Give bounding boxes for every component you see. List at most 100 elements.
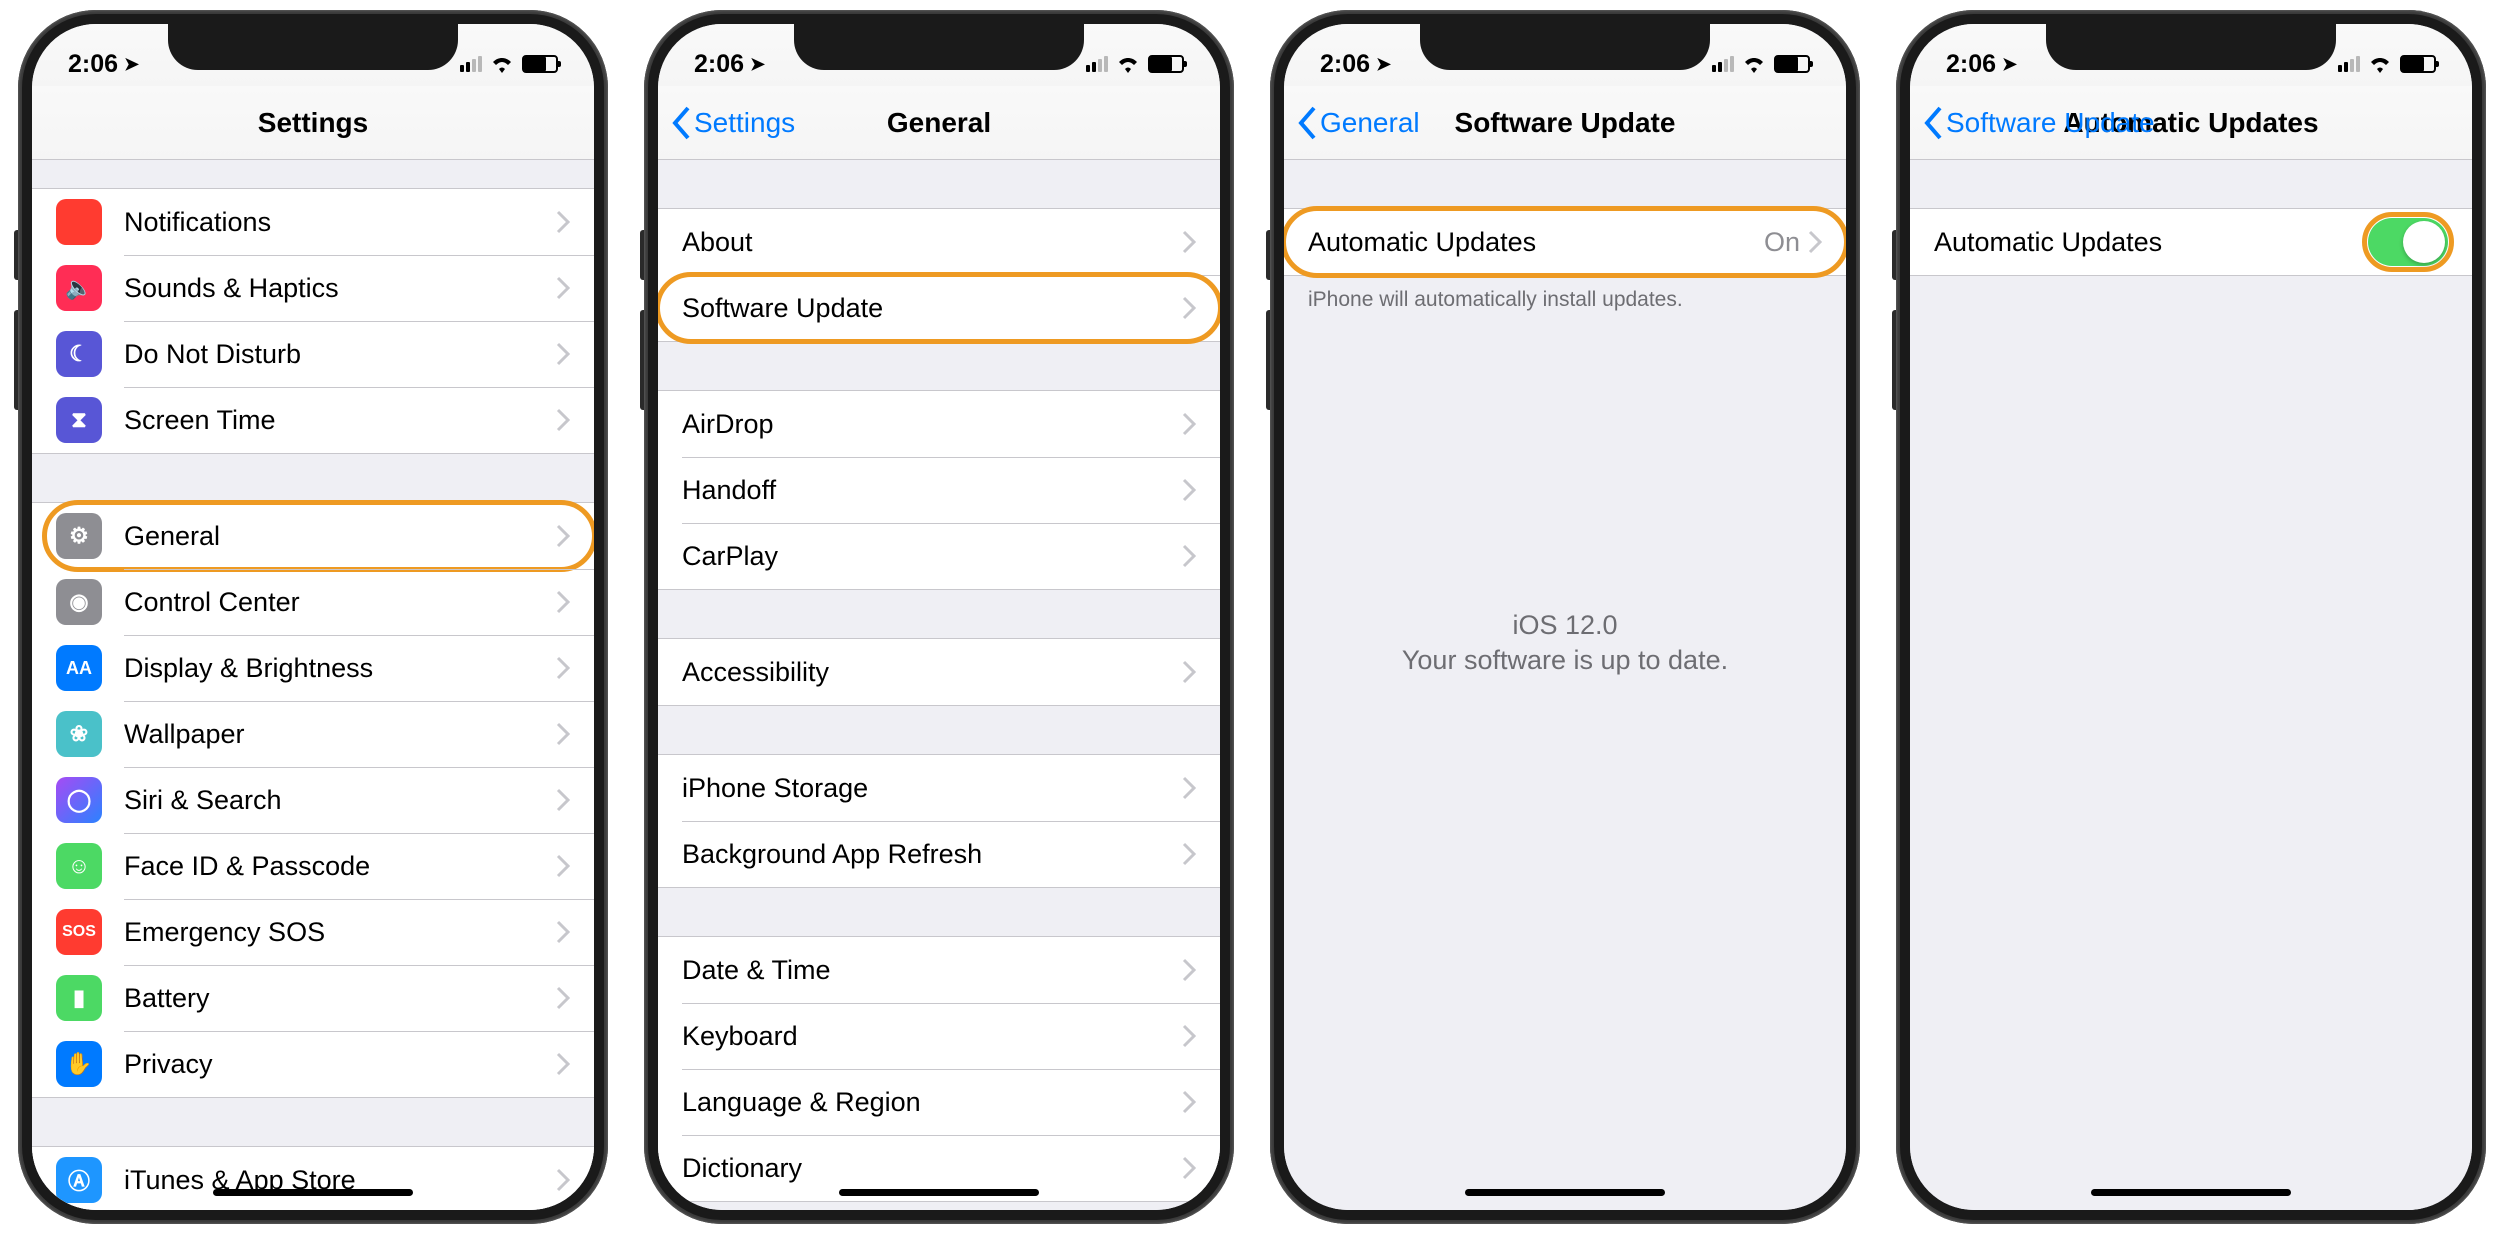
back-button[interactable]: Settings: [670, 105, 795, 141]
home-indicator[interactable]: [2091, 1189, 2291, 1196]
home-indicator[interactable]: [1465, 1189, 1665, 1196]
status-message: iOS 12.0 Your software is up to date.: [1284, 610, 1846, 676]
back-label: Settings: [694, 107, 795, 139]
chevron-right-icon: [1182, 842, 1196, 866]
row-notifications[interactable]: Notifications: [32, 189, 594, 255]
row-handoff[interactable]: Handoff: [658, 457, 1220, 523]
wifi-icon: [1742, 55, 1766, 73]
row-label: Handoff: [682, 475, 1182, 506]
row-label: Privacy: [124, 1049, 556, 1080]
row-siri-search[interactable]: ◯ Siri & Search: [32, 767, 594, 833]
row-control-center[interactable]: ◉ Control Center: [32, 569, 594, 635]
row-privacy[interactable]: ✋ Privacy: [32, 1031, 594, 1097]
back-button[interactable]: Software Update: [1922, 105, 2155, 141]
row-label: Emergency SOS: [124, 917, 556, 948]
row-label: Keyboard: [682, 1021, 1182, 1052]
status-right: [460, 55, 558, 73]
notifications-icon: [56, 199, 102, 245]
row-iphone-storage[interactable]: iPhone Storage: [658, 755, 1220, 821]
content-area[interactable]: Automatic Updates: [1910, 160, 2472, 1210]
cellular-signal-icon: [1712, 56, 1734, 72]
chevron-right-icon: [1182, 544, 1196, 568]
text-size-icon: AA: [56, 645, 102, 691]
chevron-right-icon: [556, 590, 570, 614]
row-keyboard[interactable]: Keyboard: [658, 1003, 1220, 1069]
battery-icon: [1774, 55, 1810, 73]
chevron-right-icon: [556, 1168, 570, 1192]
battery-icon: [522, 55, 558, 73]
row-battery[interactable]: ▮ Battery: [32, 965, 594, 1031]
status-time: 2:06: [1320, 50, 1370, 79]
row-display-brightness[interactable]: AA Display & Brightness: [32, 635, 594, 701]
row-accessibility[interactable]: Accessibility: [658, 639, 1220, 705]
ios-version-label: iOS 12.0: [1284, 610, 1846, 641]
chevron-right-icon: [556, 342, 570, 366]
row-label: Automatic Updates: [1308, 227, 1764, 258]
home-indicator[interactable]: [839, 1189, 1039, 1196]
row-background-app-refresh[interactable]: Background App Refresh: [658, 821, 1220, 887]
row-itunes-app-store[interactable]: Ⓐ iTunes & App Store: [32, 1147, 594, 1210]
notch: [2046, 24, 2336, 70]
row-language-region[interactable]: Language & Region: [658, 1069, 1220, 1135]
row-date-time[interactable]: Date & Time: [658, 937, 1220, 1003]
home-indicator[interactable]: [213, 1189, 413, 1196]
row-do-not-disturb[interactable]: ☾ Do Not Disturb: [32, 321, 594, 387]
settings-screen: 2:06 ➤ Settings Notifications: [32, 24, 594, 1210]
row-emergency-sos[interactable]: SOS Emergency SOS: [32, 899, 594, 965]
chevron-right-icon: [1182, 478, 1196, 502]
row-airdrop[interactable]: AirDrop: [658, 391, 1220, 457]
cellular-signal-icon: [1086, 56, 1108, 72]
row-value: On: [1764, 227, 1800, 258]
row-label: Face ID & Passcode: [124, 851, 556, 882]
wifi-icon: [1116, 55, 1140, 73]
row-label: Wallpaper: [124, 719, 556, 750]
chevron-right-icon: [556, 656, 570, 680]
chevron-right-icon: [1182, 660, 1196, 684]
chevron-right-icon: [556, 854, 570, 878]
face-icon: ☺: [56, 843, 102, 889]
nav-bar: Settings General: [658, 86, 1220, 160]
chevron-left-icon: [670, 105, 692, 141]
row-label: AirDrop: [682, 409, 1182, 440]
chevron-right-icon: [1808, 230, 1822, 254]
row-carplay[interactable]: CarPlay: [658, 523, 1220, 589]
chevron-right-icon: [556, 1052, 570, 1076]
nav-bar: General Software Update: [1284, 86, 1846, 160]
hourglass-icon: ⧗: [56, 397, 102, 443]
chevron-right-icon: [1182, 958, 1196, 982]
row-label: Control Center: [124, 587, 556, 618]
row-label: iPhone Storage: [682, 773, 1182, 804]
row-label: Accessibility: [682, 657, 1182, 688]
row-face-id-passcode[interactable]: ☺ Face ID & Passcode: [32, 833, 594, 899]
software-update-screen: 2:06 ➤ General Software Update: [1284, 24, 1846, 1210]
row-automatic-updates[interactable]: Automatic Updates On: [1284, 209, 1846, 275]
status-time: 2:06: [68, 50, 118, 79]
location-services-icon: ➤: [1376, 54, 1391, 75]
row-label: Screen Time: [124, 405, 556, 436]
row-sounds-haptics[interactable]: 🔈 Sounds & Haptics: [32, 255, 594, 321]
row-label: Automatic Updates: [1934, 227, 2368, 258]
row-about[interactable]: About: [658, 209, 1220, 275]
content-area[interactable]: Automatic Updates On iPhone will automat…: [1284, 160, 1846, 1210]
chevron-right-icon: [556, 210, 570, 234]
highlight-annotation: [2362, 212, 2454, 272]
toggle-icon: ◉: [56, 579, 102, 625]
row-label: Battery: [124, 983, 556, 1014]
notch: [168, 24, 458, 70]
content-area[interactable]: Notifications 🔈 Sounds & Haptics ☾ Do No…: [32, 160, 594, 1210]
notch: [794, 24, 1084, 70]
row-wallpaper[interactable]: ❀ Wallpaper: [32, 701, 594, 767]
chevron-right-icon: [556, 788, 570, 812]
location-services-icon: ➤: [750, 54, 765, 75]
flower-icon: ❀: [56, 711, 102, 757]
back-button[interactable]: General: [1296, 105, 1420, 141]
back-label: General: [1320, 107, 1420, 139]
chevron-right-icon: [556, 722, 570, 746]
row-general[interactable]: ⚙ General: [32, 503, 594, 569]
row-screen-time[interactable]: ⧗ Screen Time: [32, 387, 594, 453]
row-software-update[interactable]: Software Update: [658, 275, 1220, 341]
content-area[interactable]: About Software Update AirDrop: [658, 160, 1220, 1210]
row-automatic-updates-toggle[interactable]: Automatic Updates: [1910, 209, 2472, 275]
up-to-date-label: Your software is up to date.: [1284, 645, 1846, 676]
chevron-right-icon: [1182, 412, 1196, 436]
